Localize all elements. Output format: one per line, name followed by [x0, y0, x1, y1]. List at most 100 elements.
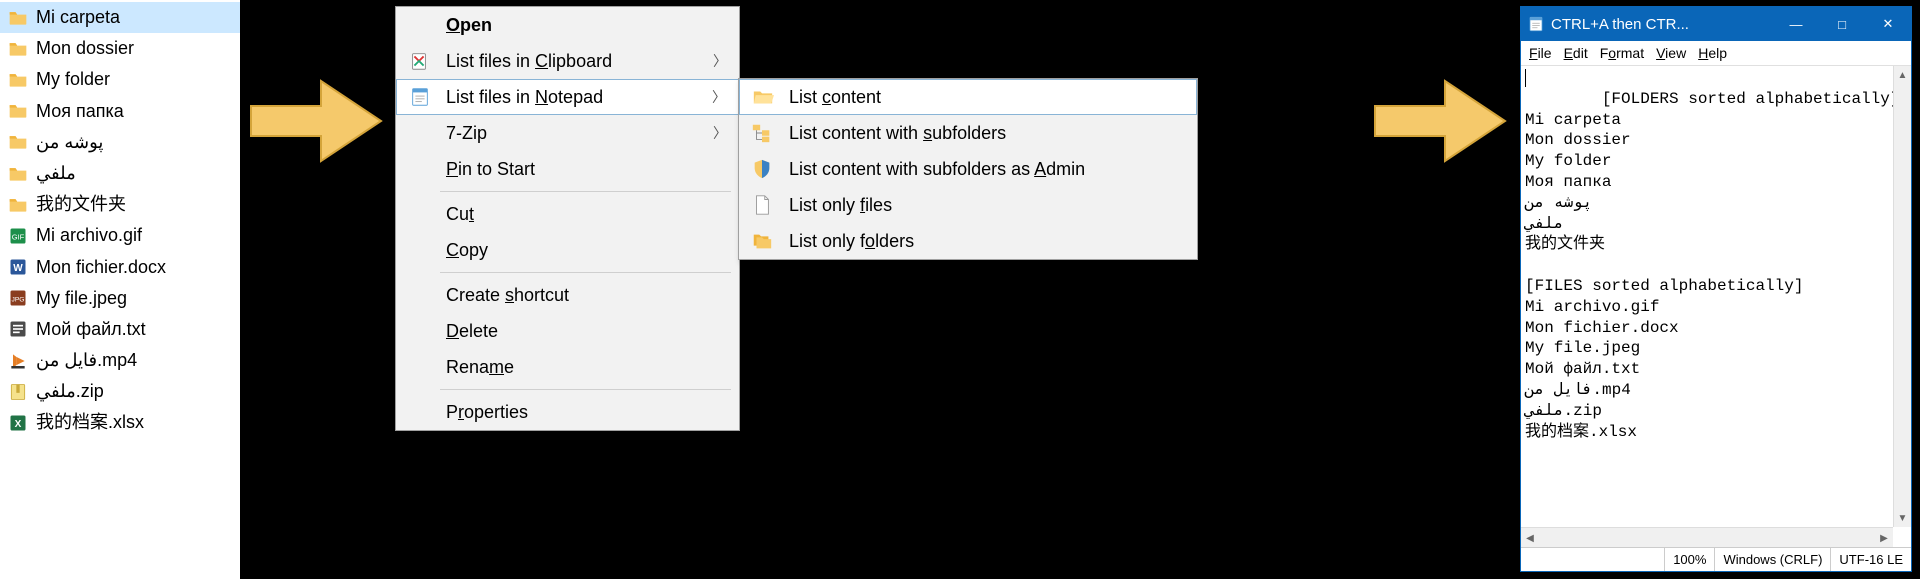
text-area[interactable]: [FOLDERS sorted alphabetically] Mi carpe…: [1521, 66, 1911, 465]
text-caret: [1525, 69, 1526, 87]
notepad-icon: [409, 86, 431, 108]
item-label: Mon dossier: [36, 36, 134, 61]
item-label: My file.jpeg: [36, 286, 127, 311]
list-item[interactable]: Mon dossier: [0, 33, 240, 64]
status-encoding: UTF-16 LE: [1830, 548, 1911, 571]
submenu-arrow-icon: 〉: [713, 51, 727, 71]
submenu-list-folders[interactable]: List only folders: [739, 223, 1197, 259]
menu-edit[interactable]: Edit: [1564, 45, 1588, 61]
mp4-icon: [8, 351, 28, 371]
menu-open[interactable]: Open: [396, 7, 739, 43]
menu-label: List content: [789, 87, 881, 108]
menu-list-clipboard[interactable]: List files in Clipboard 〉: [396, 43, 739, 79]
menu-label: Create shortcut: [446, 285, 569, 306]
item-label: ملفي: [36, 161, 76, 186]
list-item[interactable]: ملفي: [0, 158, 240, 189]
scroll-down-icon[interactable]: ▼: [1894, 509, 1911, 527]
list-item[interactable]: My folder: [0, 64, 240, 95]
item-label: پوشه من: [36, 130, 103, 155]
menu-properties[interactable]: Properties: [396, 394, 739, 430]
list-item[interactable]: فايل من.mp4: [0, 345, 240, 376]
menu-label: Rename: [446, 357, 514, 378]
close-button[interactable]: ✕: [1865, 7, 1911, 41]
menu-view[interactable]: View: [1656, 45, 1686, 61]
list-item[interactable]: 我的档案.xlsx: [0, 407, 240, 438]
item-label: فايل من.mp4: [36, 348, 137, 373]
txt-icon: [8, 319, 28, 339]
file-icon: [751, 194, 773, 216]
scroll-right-icon[interactable]: ▶: [1875, 528, 1893, 548]
item-label: My folder: [36, 67, 110, 92]
list-item[interactable]: Mi carpeta: [0, 2, 240, 33]
menu-cut[interactable]: Cut: [396, 196, 739, 232]
horizontal-scrollbar[interactable]: ◀ ▶: [1521, 527, 1893, 547]
gif-icon: [8, 226, 28, 246]
item-label: 我的档案.xlsx: [36, 410, 144, 435]
menu-label: List content with subfolders: [789, 123, 1006, 144]
vertical-scrollbar[interactable]: ▲ ▼: [1893, 66, 1911, 527]
menu-format[interactable]: Format: [1600, 45, 1644, 61]
submenu-list-admin[interactable]: List content with subfolders as Admin: [739, 151, 1197, 187]
folder-open-icon: [752, 86, 774, 108]
item-label: 我的文件夹: [36, 192, 126, 217]
list-item[interactable]: 我的文件夹: [0, 189, 240, 220]
context-menu: Open List files in Clipboard 〉 List file…: [395, 6, 740, 431]
list-item[interactable]: Моя папка: [0, 96, 240, 127]
menu-label: List content with subfolders as Admin: [789, 159, 1085, 180]
menu-label: 7-Zip: [446, 123, 487, 144]
menu-label: List files in Clipboard: [446, 51, 612, 72]
menu-label: Open: [446, 15, 492, 36]
submenu-list-files[interactable]: List only files: [739, 187, 1197, 223]
submenu-arrow-icon: 〉: [712, 87, 726, 107]
menu-rename[interactable]: Rename: [396, 349, 739, 385]
status-zoom: 100%: [1664, 548, 1714, 571]
menu-copy[interactable]: Copy: [396, 232, 739, 268]
menu-7zip[interactable]: 7-Zip 〉: [396, 115, 739, 151]
notepad-window: CTRL+A then CTR... — □ ✕ File Edit Forma…: [1520, 6, 1912, 572]
maximize-button[interactable]: □: [1819, 7, 1865, 41]
item-label: Моя папка: [36, 99, 124, 124]
menu-label: List files in Notepad: [446, 87, 603, 108]
menu-label: Delete: [446, 321, 498, 342]
statusbar: 100% Windows (CRLF) UTF-16 LE: [1521, 547, 1911, 571]
list-item[interactable]: Mon fichier.docx: [0, 252, 240, 283]
item-label: Мой файл.txt: [36, 317, 146, 342]
docx-icon: [8, 257, 28, 277]
submenu-list-subfolders[interactable]: List content with subfolders: [739, 115, 1197, 151]
menu-delete[interactable]: Delete: [396, 313, 739, 349]
menu-help[interactable]: Help: [1698, 45, 1727, 61]
menu-pin-to-start[interactable]: Pin to Start: [396, 151, 739, 187]
zip-icon: [8, 382, 28, 402]
scroll-up-icon[interactable]: ▲: [1894, 66, 1911, 84]
list-item[interactable]: My file.jpeg: [0, 283, 240, 314]
list-item[interactable]: پوشه من: [0, 127, 240, 158]
menu-label: Cut: [446, 204, 474, 225]
menu-label: Properties: [446, 402, 528, 423]
folders-icon: [751, 230, 773, 252]
list-item[interactable]: Мой файл.txt: [0, 314, 240, 345]
menubar: File Edit Format View Help: [1521, 41, 1911, 66]
menu-create-shortcut[interactable]: Create shortcut: [396, 277, 739, 313]
menu-file[interactable]: File: [1529, 45, 1552, 61]
submenu-list-content[interactable]: List content: [739, 79, 1197, 115]
folder-icon: [8, 101, 28, 121]
scroll-left-icon[interactable]: ◀: [1521, 529, 1539, 549]
menu-label: List only folders: [789, 231, 914, 252]
flow-arrow-icon: [246, 76, 386, 169]
minimize-button[interactable]: —: [1773, 7, 1819, 41]
clipboard-icon: [408, 50, 430, 72]
jpeg-icon: [8, 288, 28, 308]
text-content: [FOLDERS sorted alphabetically] Mi carpe…: [1525, 90, 1899, 441]
item-label: ملفي.zip: [36, 379, 104, 404]
folder-icon: [8, 39, 28, 59]
context-submenu: List content List content with subfolder…: [738, 78, 1198, 260]
explorer-file-list: Mi carpeta Mon dossier My folder Моя пап…: [0, 0, 240, 579]
folder-icon: [8, 164, 28, 184]
titlebar[interactable]: CTRL+A then CTR... — □ ✕: [1521, 7, 1911, 41]
item-label: Mi carpeta: [36, 5, 120, 30]
list-item[interactable]: ملفي.zip: [0, 376, 240, 407]
folder-icon: [8, 132, 28, 152]
flow-arrow-icon: [1370, 76, 1510, 169]
list-item[interactable]: Mi archivo.gif: [0, 220, 240, 251]
menu-list-notepad[interactable]: List files in Notepad 〉: [396, 79, 739, 115]
